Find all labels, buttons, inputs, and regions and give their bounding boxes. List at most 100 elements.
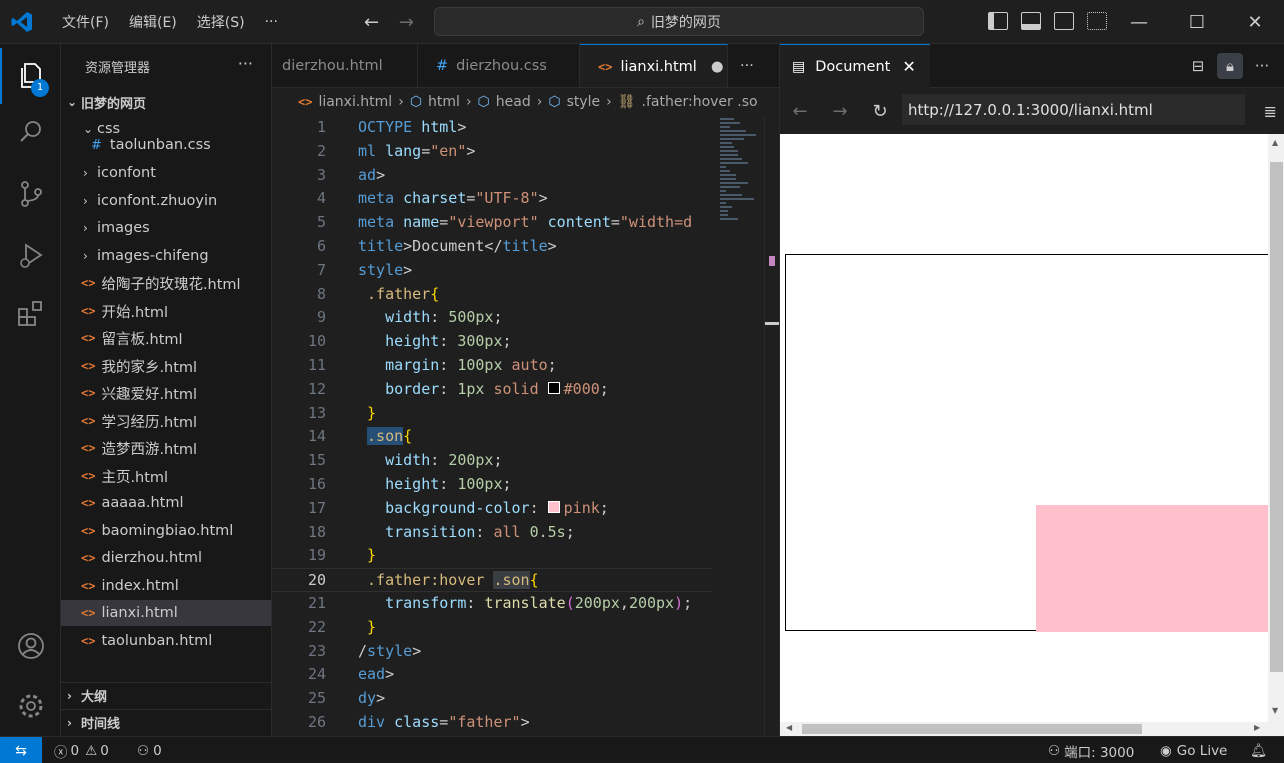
workspace-root[interactable]: ⌄ 旧梦的网页 [61, 89, 271, 115]
tree-file-html[interactable]: <> baomingbiao.html [61, 518, 271, 544]
menu-file[interactable]: 文件(F) [52, 12, 119, 32]
ports-indicator[interactable]: ⚇ 0 [137, 737, 162, 763]
browser-viewport[interactable] [780, 134, 1268, 722]
close-icon[interactable]: ✕ [902, 57, 915, 76]
html-file-icon: <> [81, 331, 96, 345]
scroll-right-icon[interactable]: ▶ [1254, 723, 1260, 732]
toggle-primary-sidebar-icon[interactable] [988, 12, 1008, 30]
minimize-icon[interactable]: — [1110, 0, 1168, 44]
code-line: 5 meta name="viewport" content="width=d [316, 213, 693, 232]
tree-file-html[interactable]: <> 造梦西游.html [61, 435, 271, 461]
toggle-panel-icon[interactable] [1021, 12, 1041, 30]
scroll-left-icon[interactable]: ◀ [786, 723, 792, 732]
account-icon[interactable] [0, 618, 61, 674]
hamburger-menu-icon[interactable]: ≣ [1264, 102, 1277, 121]
tab-lianxi-html[interactable]: <> lianxi.html ● [580, 44, 728, 87]
explorer-icon[interactable]: 1 [0, 48, 61, 104]
customize-layout-icon[interactable] [1087, 12, 1107, 30]
go-live-icon: ◉ [1160, 742, 1172, 759]
search-view-icon[interactable] [0, 104, 61, 160]
preview-actions: ⊟ 🔒︎ ··· [1179, 53, 1275, 79]
tab-dierzhou-css[interactable]: # dierzhou.css [418, 44, 580, 87]
explorer-more-icon[interactable]: ··· [238, 54, 253, 73]
forward-arrow-icon[interactable]: → [820, 101, 860, 122]
tree-file-html[interactable]: <> 兴趣爱好.html [61, 380, 271, 406]
tree-file-html[interactable]: <> aaaaa.html [61, 490, 271, 516]
workspace-root-label: 旧梦的网页 [81, 96, 147, 112]
tree-file-html[interactable]: <> dierzhou.html [61, 545, 271, 571]
breadcrumb-item[interactable]: head [496, 94, 531, 110]
tree-file-html[interactable]: <> 主页.html [61, 463, 271, 489]
code-line: 2 ml lang="en"> [316, 141, 476, 160]
notifications-bell-icon[interactable]: 🔔︎ [1250, 737, 1267, 763]
tree-file-html[interactable]: <> 开始.html [61, 298, 271, 324]
scroll-thumb[interactable] [1270, 162, 1283, 672]
tree-file-html[interactable]: <> taolunban.html [61, 628, 271, 654]
tree-folder[interactable]: › images-chifeng [61, 243, 271, 269]
tree-folder[interactable]: › iconfont [61, 160, 271, 186]
tree-file-html[interactable]: <> 留言板.html [61, 325, 271, 351]
scroll-up-icon[interactable]: ▲ [1272, 138, 1278, 147]
tree-item-label: 学习经历.html [101, 414, 198, 431]
source-control-icon[interactable] [0, 166, 61, 222]
menu-more[interactable]: ··· [255, 14, 288, 30]
code-editor[interactable]: 1 OCTYPE html> 2 ml lang="en"> 3 ad> 4 meta … [272, 116, 712, 736]
scroll-thumb[interactable] [802, 724, 1142, 734]
tree-file-html[interactable]: <> index.html [61, 573, 271, 599]
scroll-marker [769, 256, 775, 266]
color-swatch[interactable] [547, 381, 560, 394]
father-box[interactable] [785, 254, 1268, 632]
viewport-horizontal-scrollbar[interactable]: ◀ ▶ [780, 722, 1284, 736]
menu-edit[interactable]: 编辑(E) [119, 12, 187, 32]
scroll-down-icon[interactable]: ▼ [1272, 706, 1278, 715]
go-live-button[interactable]: ◉ Go Live [1160, 737, 1227, 763]
command-center-search[interactable]: ⌕ 旧梦的网页 [434, 7, 924, 36]
breadcrumb-item[interactable]: .father:hover .so [642, 94, 758, 110]
toggle-secondary-sidebar-icon[interactable] [1054, 12, 1074, 30]
menu-selection[interactable]: 选择(S) [187, 12, 255, 32]
viewport-vertical-scrollbar[interactable]: ▲ ▼ [1268, 134, 1284, 722]
timeline-section[interactable]: › 时间线 [61, 709, 271, 735]
forward-arrow-icon[interactable]: → [399, 12, 414, 33]
tree-file-html-selected[interactable]: <> lianxi.html [61, 600, 271, 626]
breadcrumb-item[interactable]: html [428, 94, 460, 110]
back-arrow-icon[interactable]: ← [780, 101, 820, 122]
breadcrumb-item[interactable]: style [567, 94, 601, 110]
tree-file-html[interactable]: <> 给陶子的玫瑰花.html [61, 270, 271, 296]
back-arrow-icon[interactable]: ← [364, 12, 379, 33]
tab-document[interactable]: ▤ Document ✕ [780, 44, 930, 88]
split-editor-icon[interactable]: ⊟ [1185, 53, 1211, 79]
more-actions-icon[interactable]: ··· [1249, 53, 1275, 79]
url-input[interactable]: http://127.0.0.1:3000/lianxi.html [902, 94, 1245, 125]
reload-icon[interactable]: ↻ [860, 101, 900, 122]
settings-gear-icon[interactable] [0, 678, 61, 734]
html-file-icon: <> [81, 551, 96, 565]
minimap[interactable] [714, 116, 764, 736]
outline-section[interactable]: › 大纲 [61, 682, 271, 708]
color-swatch[interactable] [547, 500, 560, 513]
live-server-port[interactable]: ⚇ 端口: 3000 [1048, 737, 1134, 763]
problems-indicator[interactable]: ⓧ 0 ⚠ 0 [54, 737, 109, 763]
tree-file-html[interactable]: <> 我的家乡.html [61, 353, 271, 379]
editor-scrollbar[interactable] [764, 116, 779, 736]
tree-file-css[interactable]: # taolunban.css [61, 134, 271, 156]
preview-tabs: ▤ Document ✕ ⊟ 🔒︎ ··· [780, 44, 1284, 88]
run-debug-icon[interactable] [0, 228, 61, 284]
tab-dierzhou-html[interactable]: dierzhou.html [272, 44, 418, 87]
tree-file-html[interactable]: <> 学习经历.html [61, 408, 271, 434]
tree-folder[interactable]: › iconfont.zhuoyin [61, 188, 271, 214]
remote-icon[interactable]: ⇆ [0, 737, 42, 763]
lock-icon[interactable]: 🔒︎ [1217, 53, 1243, 79]
tree-folder[interactable]: › images [61, 215, 271, 241]
close-window-icon[interactable]: ✕ [1226, 0, 1284, 44]
breadcrumb: <> lianxi.html › ⬡ html › ⬡ head › ⬡ sty… [272, 88, 779, 116]
chevron-right-icon: › [83, 166, 88, 180]
tabs-more-icon[interactable]: ··· [732, 44, 779, 87]
unsaved-dot-icon[interactable]: ● [711, 59, 724, 75]
maximize-icon[interactable]: ☐ [1168, 0, 1226, 44]
html-file-icon: <> [81, 579, 96, 593]
extensions-icon[interactable] [0, 286, 61, 342]
breadcrumb-item[interactable]: lianxi.html [318, 94, 392, 110]
html-file-icon: <> [81, 524, 96, 538]
tree-item-label: 造梦西游.html [101, 441, 198, 458]
